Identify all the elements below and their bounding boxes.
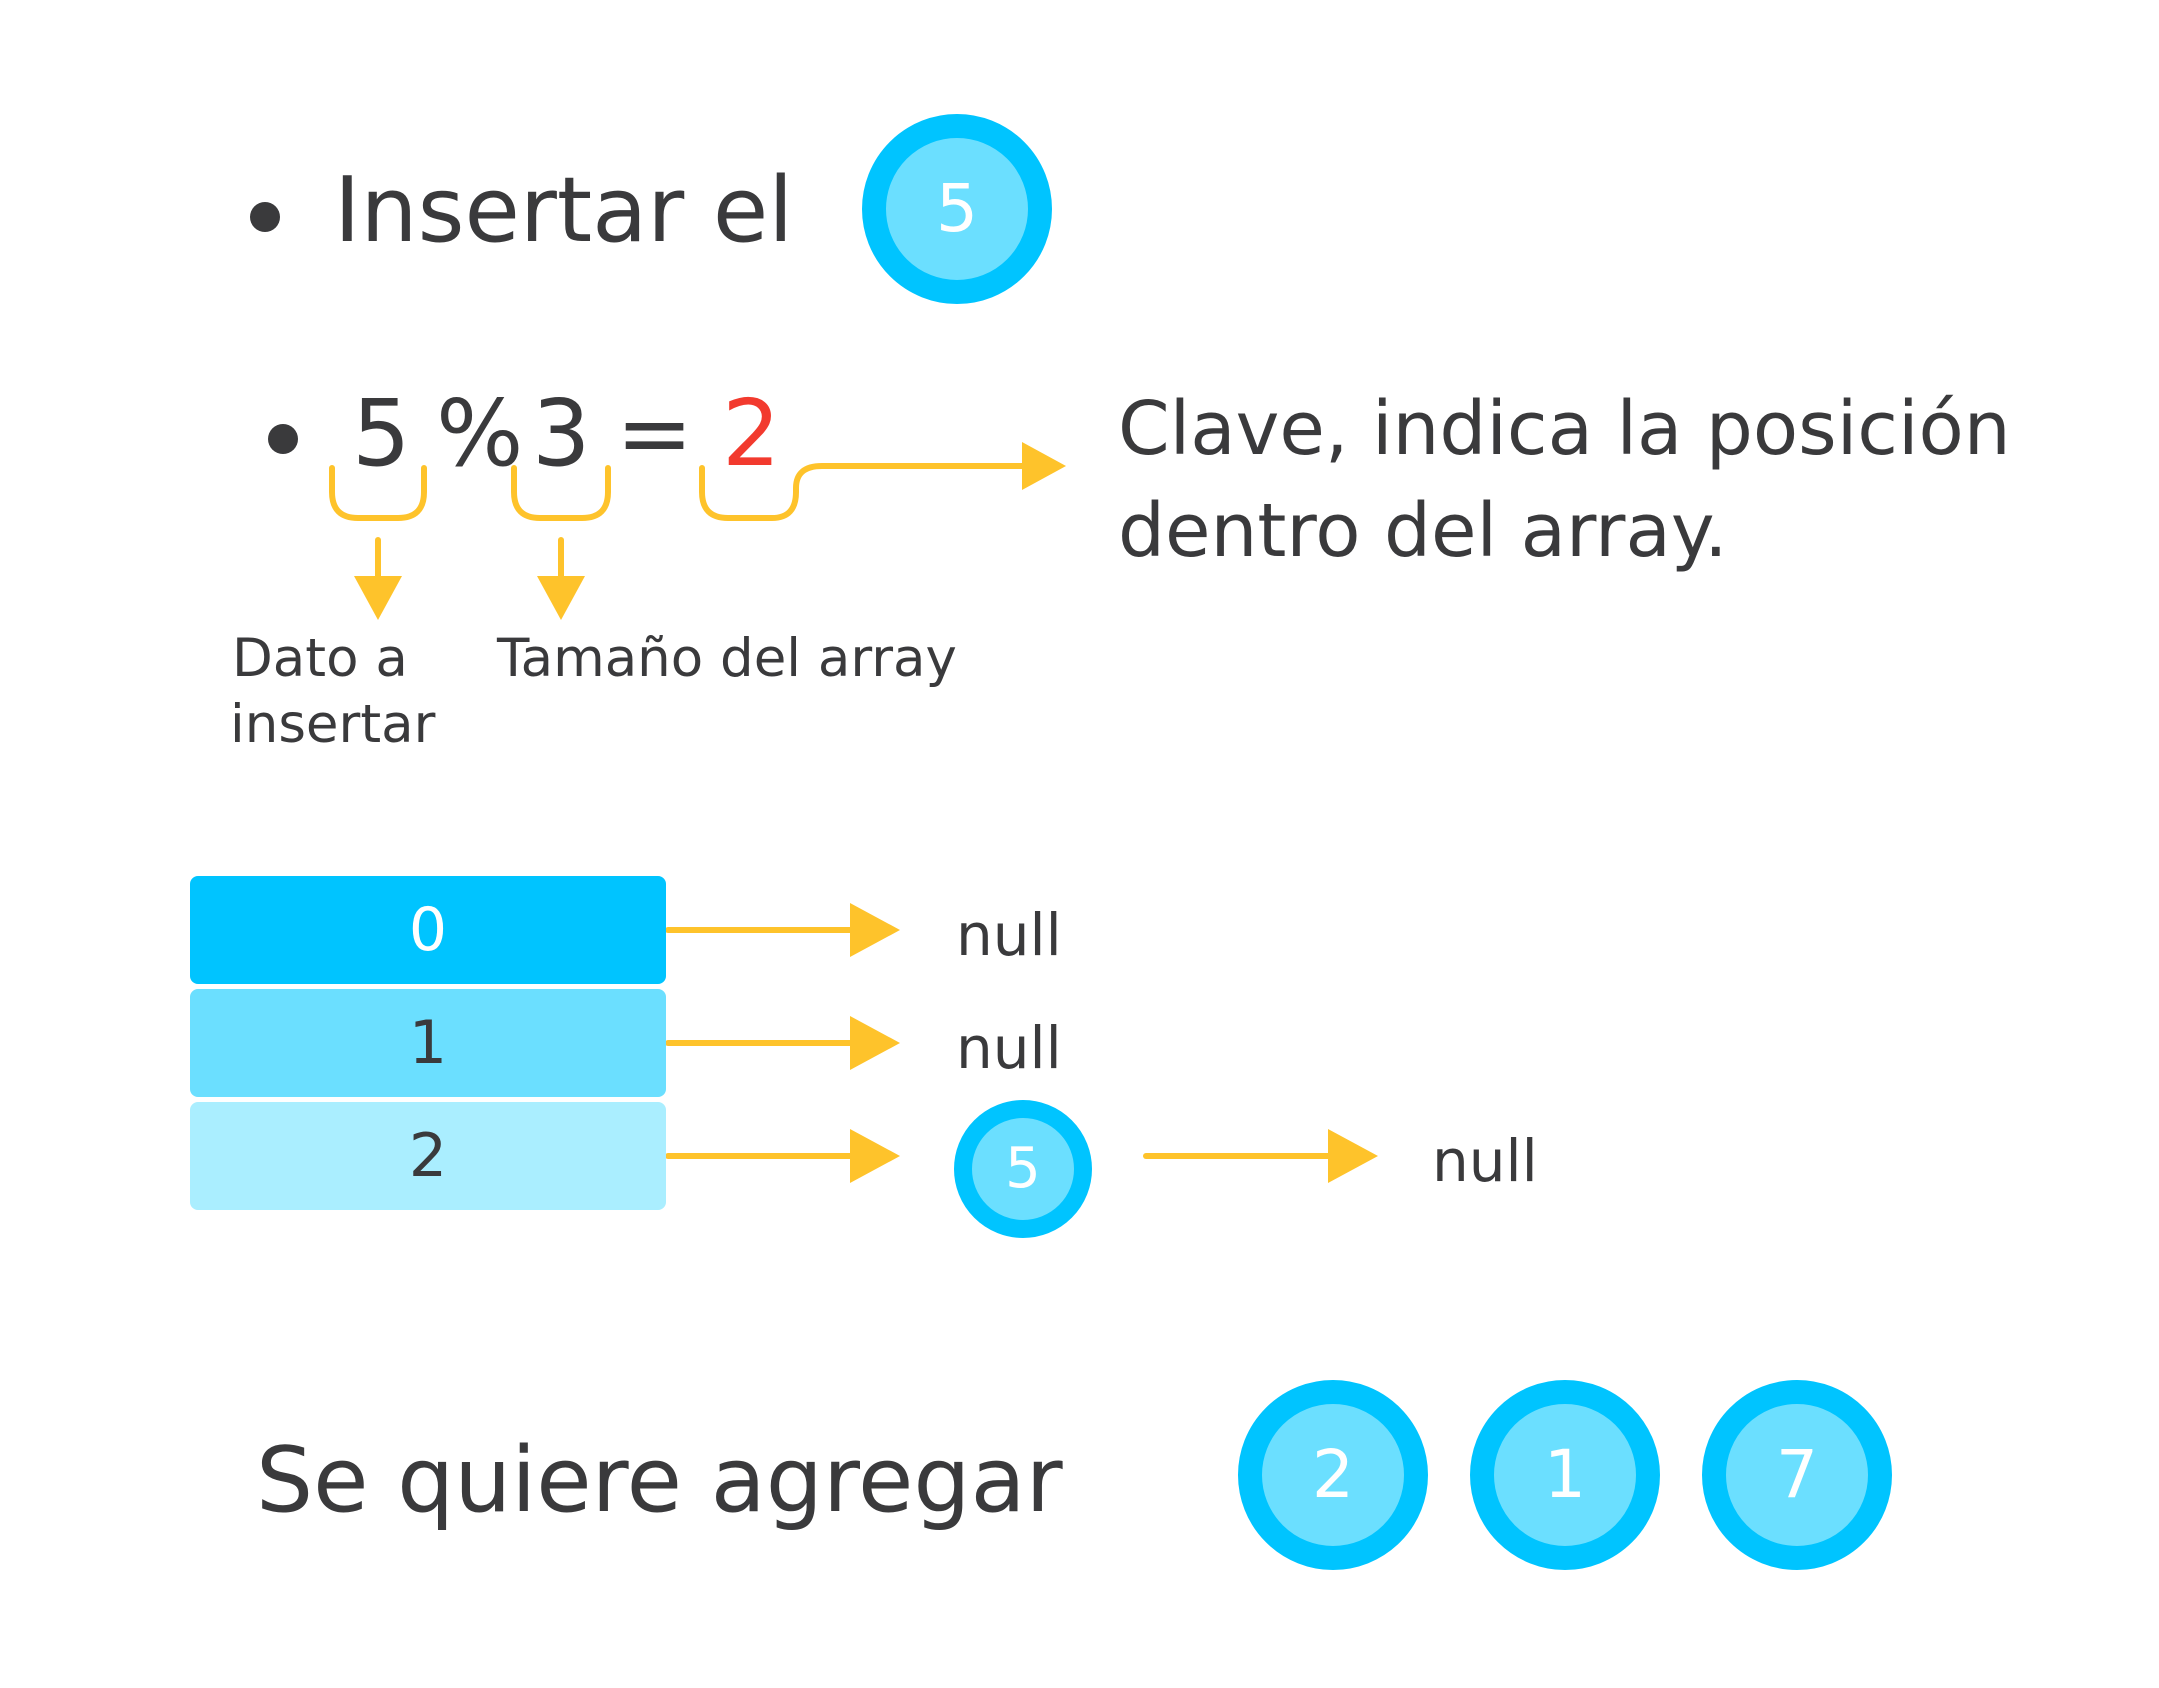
formula-dividend: 5 bbox=[352, 380, 411, 487]
table-row-2-index: 2 bbox=[190, 1102, 666, 1210]
divisor-caption: Tamaño del array bbox=[497, 628, 957, 689]
bullet-icon bbox=[268, 424, 298, 454]
pending-label: Se quiere agregar bbox=[256, 1428, 1063, 1533]
arrow-head bbox=[537, 576, 585, 620]
arrow-head bbox=[354, 576, 402, 620]
row-2-node: 5 bbox=[954, 1100, 1092, 1238]
result-caption-line1: Clave, indica la posición bbox=[1118, 386, 2011, 472]
formula-equals: = bbox=[616, 380, 694, 487]
formula-divisor: 3 bbox=[532, 380, 591, 487]
pending-value-circle: 7 bbox=[1702, 1380, 1892, 1570]
step1-label: Insertar el bbox=[334, 158, 794, 263]
row-0-terminal: null bbox=[956, 901, 1062, 969]
arrow-head bbox=[850, 903, 900, 957]
arrow-head bbox=[850, 1129, 900, 1183]
pending-value-circle: 1 bbox=[1470, 1380, 1660, 1570]
arrow-head bbox=[1022, 442, 1066, 490]
row-1-terminal: null bbox=[956, 1014, 1062, 1082]
result-caption-line2: dentro del array. bbox=[1118, 488, 1728, 574]
table-row-0-index: 0 bbox=[190, 876, 666, 984]
row-2-terminal: null bbox=[1432, 1127, 1538, 1195]
arrow-head bbox=[850, 1016, 900, 1070]
formula-result: 2 bbox=[722, 380, 781, 487]
arrow-head bbox=[1328, 1129, 1378, 1183]
pending-value-circle: 2 bbox=[1238, 1380, 1428, 1570]
dividend-caption-line2: insertar bbox=[230, 694, 436, 755]
dividend-caption-line1: Dato a bbox=[232, 628, 408, 689]
formula-operator: % bbox=[436, 380, 524, 487]
step1-value-circle: 5 bbox=[862, 114, 1052, 304]
table-row-1-index: 1 bbox=[190, 989, 666, 1097]
bullet-icon bbox=[250, 202, 280, 232]
